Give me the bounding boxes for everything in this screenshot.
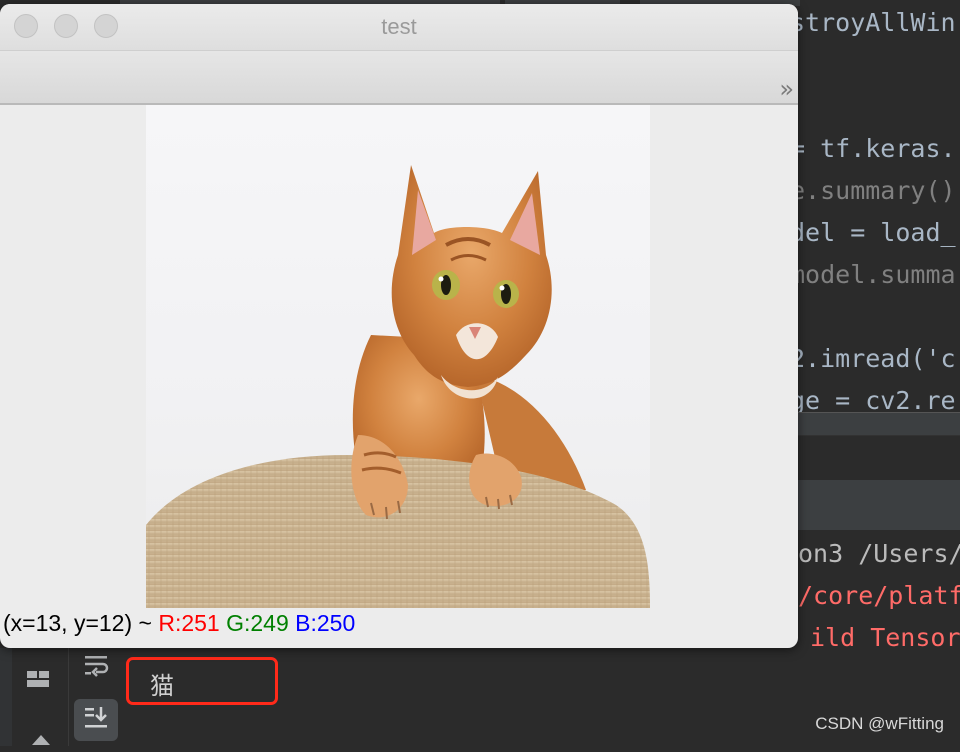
console-line: /core/platf <box>798 581 960 610</box>
pixel-status-bar: (x=13, y=12) ~ R:251 G:249 B:250 <box>3 610 355 637</box>
ide-left-toolstrip <box>0 648 12 746</box>
soft-wrap-icon[interactable] <box>84 655 110 677</box>
window-title: test <box>381 14 417 39</box>
ide-splitter[interactable] <box>798 412 960 436</box>
window-titlebar[interactable]: test <box>0 4 798 51</box>
code-line: ge = cv2.re <box>790 386 956 412</box>
watermark: CSDN @wFitting <box>815 714 944 733</box>
image-window: test » (x=13, y=12) ~ R:251 G:249 B:250 <box>0 4 798 648</box>
red-value: R:251 <box>158 610 220 636</box>
code-line: model.summa <box>790 260 956 289</box>
console-line: on3 /Users/ <box>798 539 960 568</box>
code-line: stroyAllWin <box>790 8 956 37</box>
toolbar-overflow-icon[interactable]: » <box>779 77 793 101</box>
cat-illustration <box>146 165 650 608</box>
window-toolbar: » <box>0 51 798 105</box>
console-line: ild TensorF <box>810 623 960 652</box>
cat-image[interactable] <box>146 105 650 608</box>
scroll-to-end-icon <box>83 705 109 735</box>
green-value: G:249 <box>226 610 289 636</box>
highlight-box <box>126 657 278 705</box>
code-line: = tf.keras. <box>790 134 956 163</box>
cursor-coords: (x=13, y=12) ~ <box>3 610 152 636</box>
run-panel-header <box>798 480 960 530</box>
scroll-to-end-button[interactable] <box>74 699 118 741</box>
blue-value: B:250 <box>295 610 356 636</box>
image-viewport[interactable] <box>0 105 798 610</box>
pin-icon[interactable] <box>28 730 54 752</box>
code-line: e.summary() <box>790 176 956 205</box>
code-line: del = load_ <box>790 218 956 247</box>
layout-icon[interactable] <box>25 668 51 690</box>
code-line: 2.imread('c <box>790 344 956 373</box>
